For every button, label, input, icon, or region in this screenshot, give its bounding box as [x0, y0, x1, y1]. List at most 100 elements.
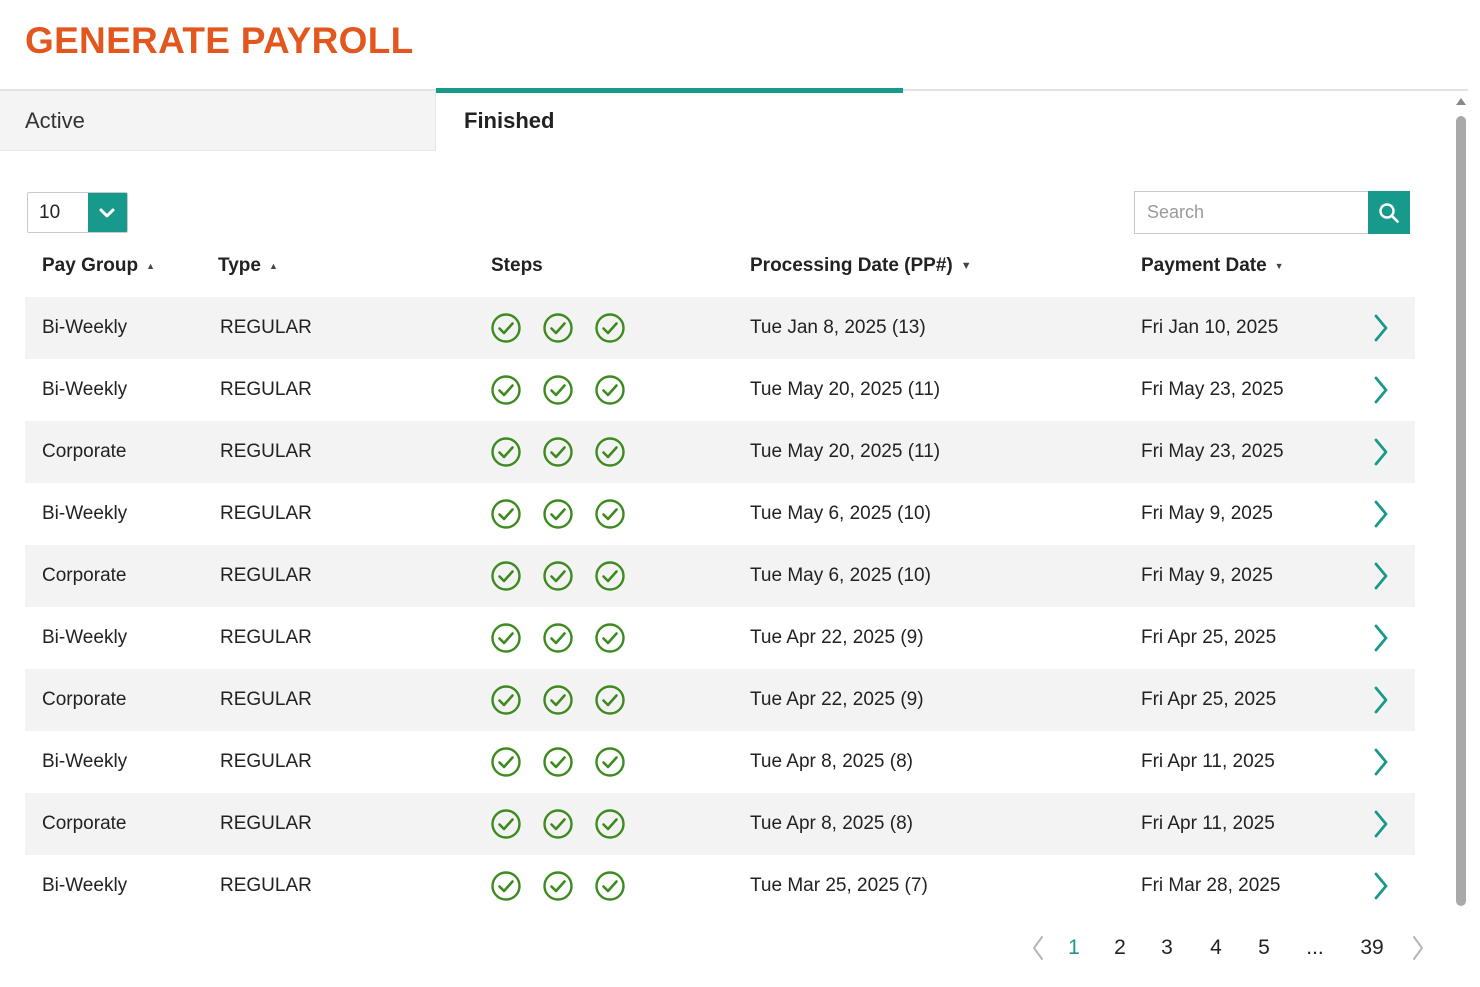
- step-complete-check-icon: [595, 809, 625, 839]
- step-complete-check-icon: [491, 437, 521, 467]
- pagination-page-1[interactable]: 1: [1061, 926, 1087, 970]
- steps-cell: [490, 793, 626, 855]
- sort-descending-icon: ▼: [960, 260, 972, 272]
- steps-cell: [490, 421, 626, 483]
- pagination-ellipsis: ...: [1306, 936, 1324, 959]
- column-header-type[interactable]: Type ▲: [218, 246, 278, 286]
- row-open-button[interactable]: [1369, 359, 1393, 421]
- payment-date-cell: Fri Apr 25, 2025: [1141, 627, 1277, 648]
- steps-cell: [490, 483, 626, 545]
- chevron-down-icon: [99, 208, 115, 217]
- row-open-button[interactable]: [1369, 607, 1393, 669]
- type-cell: REGULAR: [220, 627, 312, 648]
- step-complete-check-icon: [491, 313, 521, 343]
- step-complete-check-icon: [491, 871, 521, 901]
- search-box: [1134, 191, 1410, 234]
- row-open-button[interactable]: [1369, 855, 1393, 917]
- search-icon: [1379, 202, 1399, 223]
- chevron-right-icon: [1374, 624, 1388, 652]
- search-button[interactable]: [1368, 191, 1410, 234]
- pay-group-cell: Bi-Weekly: [42, 317, 128, 338]
- scrollbar-thumb[interactable]: [1456, 116, 1466, 906]
- table-row[interactable]: Bi-Weekly REGULAR Tue Mar 25, 2025 (7) Fri …: [25, 855, 1415, 917]
- pagination-page-last[interactable]: 39: [1354, 926, 1390, 970]
- column-header-pay-group[interactable]: Pay Group ▲: [42, 246, 155, 286]
- tab-finished[interactable]: Finished: [436, 91, 903, 151]
- table-row[interactable]: Bi-Weekly REGULAR Tue Apr 8, 2025 (8) Fri A…: [25, 731, 1415, 793]
- chevron-right-icon: [1374, 500, 1388, 528]
- type-cell: REGULAR: [220, 503, 312, 524]
- column-header-label: Processing Date (PP#): [750, 255, 953, 276]
- pagination-page-2[interactable]: 2: [1107, 926, 1133, 970]
- pagination-page-5[interactable]: 5: [1251, 926, 1277, 970]
- table-row[interactable]: Bi-Weekly REGULAR Tue May 6, 2025 (10) Fri …: [25, 483, 1415, 545]
- page-size-select[interactable]: 10: [27, 192, 128, 233]
- table-row[interactable]: Bi-Weekly REGULAR Tue May 20, 2025 (11) Fri…: [25, 359, 1415, 421]
- search-input[interactable]: [1134, 191, 1368, 234]
- chevron-right-icon: [1374, 810, 1388, 838]
- column-header-payment-date[interactable]: Payment Date ▼: [1141, 246, 1284, 286]
- processing-date-cell: Tue May 20, 2025 (11): [750, 379, 941, 400]
- row-open-button[interactable]: [1369, 297, 1393, 359]
- pagination-page-3[interactable]: 3: [1154, 926, 1180, 970]
- row-open-button[interactable]: [1369, 731, 1393, 793]
- row-open-button[interactable]: [1369, 483, 1393, 545]
- step-complete-check-icon: [595, 437, 625, 467]
- step-complete-check-icon: [595, 375, 625, 405]
- row-open-button[interactable]: [1369, 421, 1393, 483]
- pay-group-cell: Corporate: [42, 813, 127, 834]
- step-complete-check-icon: [595, 499, 625, 529]
- row-open-button[interactable]: [1369, 793, 1393, 855]
- column-header-steps: Steps: [491, 246, 543, 286]
- processing-date-cell: Tue Jan 8, 2025 (13): [750, 317, 926, 338]
- chevron-right-icon: [1374, 562, 1388, 590]
- table-row[interactable]: Corporate REGULAR Tue May 6, 2025 (10) Fri …: [25, 545, 1415, 607]
- step-complete-check-icon: [543, 871, 573, 901]
- type-cell: REGULAR: [220, 813, 312, 834]
- step-complete-check-icon: [543, 313, 573, 343]
- column-header-label: Steps: [491, 255, 543, 276]
- pay-group-cell: Bi-Weekly: [42, 875, 128, 896]
- table-row[interactable]: Corporate REGULAR Tue May 20, 2025 (11) Fri…: [25, 421, 1415, 483]
- step-complete-check-icon: [595, 561, 625, 591]
- table-row[interactable]: Bi-Weekly REGULAR Tue Apr 22, 2025 (9) Fri …: [25, 607, 1415, 669]
- steps-cell: [490, 731, 626, 793]
- processing-date-cell: Tue May 6, 2025 (10): [750, 503, 931, 524]
- steps-cell: [490, 855, 626, 917]
- scroll-up-arrow-icon[interactable]: [1456, 98, 1466, 105]
- step-complete-check-icon: [543, 375, 573, 405]
- page-size-dropdown-button[interactable]: [87, 193, 127, 232]
- payment-date-cell: Fri Mar 28, 2025: [1141, 875, 1281, 896]
- type-cell: REGULAR: [220, 317, 312, 338]
- tab-active[interactable]: Active: [0, 91, 436, 151]
- row-open-button[interactable]: [1369, 545, 1393, 607]
- type-cell: REGULAR: [220, 689, 312, 710]
- payment-date-cell: Fri May 9, 2025: [1141, 565, 1273, 586]
- pay-group-cell: Bi-Weekly: [42, 379, 128, 400]
- pagination-prev-button[interactable]: [1025, 926, 1051, 970]
- step-complete-check-icon: [543, 499, 573, 529]
- table-row[interactable]: Corporate REGULAR Tue Apr 22, 2025 (9) Fri …: [25, 669, 1415, 731]
- pagination-page-4[interactable]: 4: [1203, 926, 1229, 970]
- chevron-right-icon: [1374, 376, 1388, 404]
- processing-date-cell: Tue May 20, 2025 (11): [750, 441, 941, 462]
- table-row[interactable]: Corporate REGULAR Tue Apr 8, 2025 (8) Fri A…: [25, 793, 1415, 855]
- step-complete-check-icon: [491, 747, 521, 777]
- payment-date-cell: Fri Apr 11, 2025: [1141, 751, 1275, 772]
- table-row[interactable]: Bi-Weekly REGULAR Tue Jan 8, 2025 (13) Fri …: [25, 297, 1415, 359]
- sort-ascending-icon: ▲: [146, 261, 155, 271]
- processing-date-cell: Tue Apr 8, 2025 (8): [750, 751, 914, 772]
- row-open-button[interactable]: [1369, 669, 1393, 731]
- chevron-right-icon: [1413, 936, 1423, 960]
- chevron-right-icon: [1374, 872, 1388, 900]
- pagination-next-button[interactable]: [1405, 926, 1431, 970]
- payment-date-cell: Fri May 9, 2025: [1141, 503, 1273, 524]
- step-complete-check-icon: [491, 375, 521, 405]
- column-header-processing-date[interactable]: Processing Date (PP#) ▼: [750, 246, 972, 286]
- column-header-label: Pay Group: [42, 255, 139, 276]
- payment-date-cell: Fri Jan 10, 2025: [1141, 317, 1279, 338]
- vertical-scrollbar[interactable]: [1454, 96, 1468, 916]
- table-header: Pay Group ▲ Type ▲ Steps Processing Date…: [25, 246, 1415, 286]
- step-complete-check-icon: [543, 561, 573, 591]
- processing-date-cell: Tue May 6, 2025 (10): [750, 565, 931, 586]
